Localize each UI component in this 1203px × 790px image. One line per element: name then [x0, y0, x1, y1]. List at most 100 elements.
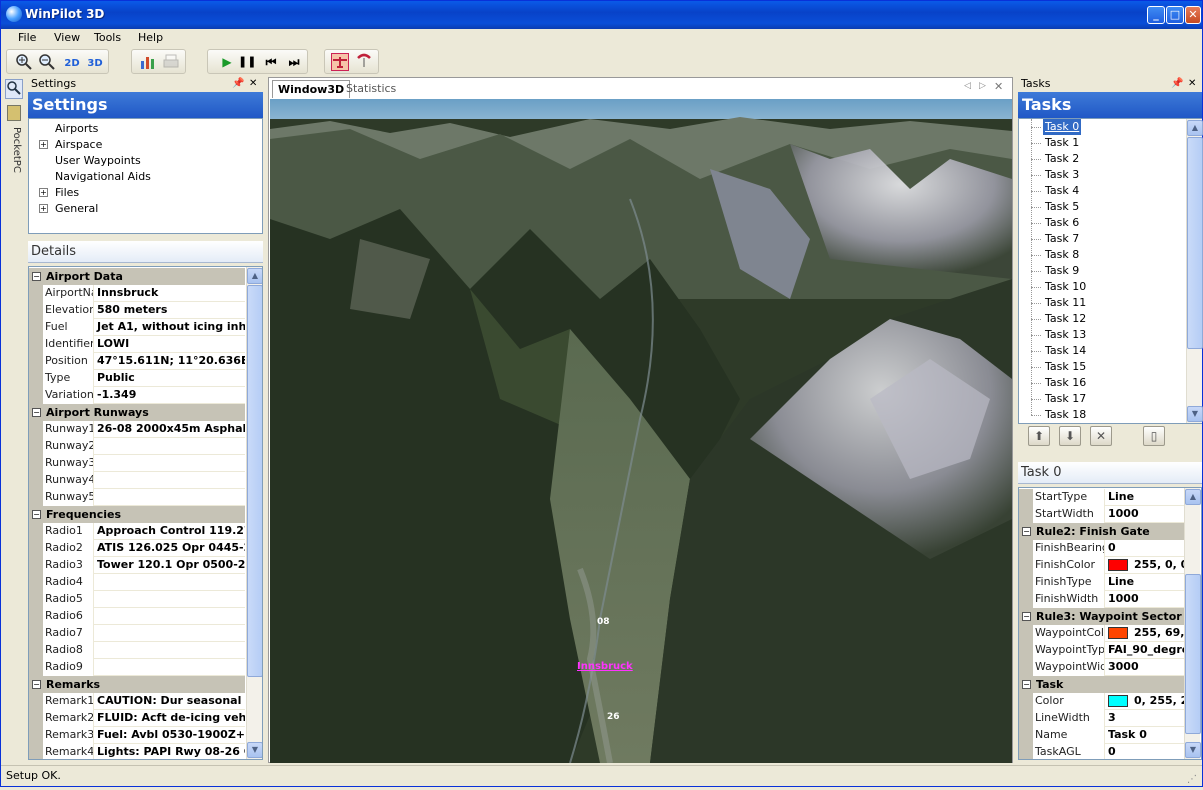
- statistics-chart-icon[interactable]: [139, 53, 157, 71]
- panel-close-icon[interactable]: ✕: [249, 76, 257, 91]
- task-item[interactable]: Task 9: [1043, 263, 1081, 279]
- collapse-icon[interactable]: −: [1022, 527, 1031, 536]
- task-item[interactable]: Task 2: [1043, 151, 1081, 167]
- task-item[interactable]: Task 14: [1043, 343, 1088, 359]
- tab-scroll-right-icon[interactable]: ▷: [979, 81, 986, 91]
- move-down-icon[interactable]: ⬇: [1059, 426, 1081, 446]
- property-row[interactable]: Runway5: [29, 489, 245, 506]
- collapse-icon[interactable]: −: [32, 510, 41, 519]
- task-property-row[interactable]: WaypointTypeFAI_90_degree: [1019, 642, 1184, 659]
- property-value[interactable]: [94, 642, 245, 659]
- task-item[interactable]: Task 7: [1043, 231, 1081, 247]
- pocketpc-device-icon[interactable]: [7, 105, 21, 121]
- task-property-row[interactable]: WaypointWidth3000: [1019, 659, 1184, 676]
- property-value[interactable]: [94, 591, 245, 608]
- play-icon[interactable]: ▶: [218, 53, 236, 71]
- property-row[interactable]: Radio9: [29, 659, 245, 676]
- paraglider-icon[interactable]: [355, 53, 373, 71]
- property-row[interactable]: Remark1CAUTION: Dur seasonal mtn: [29, 693, 245, 710]
- task-item[interactable]: Task 18: [1043, 407, 1088, 423]
- terrain-3d-view[interactable]: 08 Innsbruck 26: [270, 99, 1012, 763]
- task-item[interactable]: Task 12: [1043, 311, 1088, 327]
- property-value[interactable]: 0: [1105, 744, 1184, 759]
- task-item[interactable]: Task 13: [1043, 327, 1088, 343]
- device-icon[interactable]: ▯: [1143, 426, 1165, 446]
- scroll-up-button[interactable]: ▲: [247, 268, 262, 284]
- details-category[interactable]: − Frequencies: [29, 506, 245, 523]
- property-row[interactable]: Radio5: [29, 591, 245, 608]
- details-scrollbar[interactable]: ▲ ▼: [246, 267, 262, 759]
- task-item[interactable]: Task 5: [1043, 199, 1081, 215]
- resize-grip-icon[interactable]: ⋰: [1187, 770, 1197, 790]
- scroll-thumb[interactable]: [1187, 137, 1203, 349]
- scroll-up-button[interactable]: ▲: [1185, 489, 1201, 505]
- minimize-button[interactable]: _: [1147, 6, 1165, 24]
- expand-icon[interactable]: +: [39, 188, 48, 197]
- settings-item[interactable]: + General: [39, 201, 254, 217]
- property-value[interactable]: [94, 625, 245, 642]
- property-value[interactable]: LOWI: [94, 336, 245, 353]
- property-value[interactable]: Jet A1, without icing inhibitor: [94, 319, 245, 336]
- task-item[interactable]: Task 3: [1043, 167, 1081, 183]
- property-value[interactable]: [94, 455, 245, 472]
- property-value[interactable]: FAI_90_degree: [1105, 642, 1184, 659]
- task-property-row[interactable]: LineWidth 3: [1019, 710, 1184, 727]
- delete-icon[interactable]: ✕: [1090, 426, 1112, 446]
- maximize-button[interactable]: □: [1166, 6, 1184, 24]
- property-value[interactable]: [94, 489, 245, 506]
- scroll-thumb[interactable]: [1185, 574, 1201, 734]
- task-item[interactable]: Task 4: [1043, 183, 1081, 199]
- property-row[interactable]: Radio7: [29, 625, 245, 642]
- settings-item[interactable]: User Waypoints: [39, 153, 254, 169]
- property-value[interactable]: 1000: [1105, 506, 1184, 523]
- property-row[interactable]: Radio8: [29, 642, 245, 659]
- task-props-scrollbar[interactable]: ▲ ▼: [1184, 488, 1201, 759]
- property-row[interactable]: Position 47°15.611N; 11°20.636E: [29, 353, 245, 370]
- task-property-row[interactable]: StartWidth 1000: [1019, 506, 1184, 523]
- task-item[interactable]: Task 10: [1043, 279, 1088, 295]
- details-category[interactable]: − Airport Data: [29, 268, 245, 285]
- zoom-out-icon[interactable]: [38, 53, 56, 71]
- side-tab-pocketpc[interactable]: PocketPC: [6, 127, 22, 187]
- property-value[interactable]: Approach Control 119.275: [94, 523, 245, 540]
- property-value[interactable]: 3: [1105, 710, 1184, 727]
- pin-icon[interactable]: 📌: [232, 76, 244, 91]
- property-value[interactable]: -1.349: [94, 387, 245, 404]
- view-2d-button[interactable]: 2D: [63, 53, 81, 71]
- property-row[interactable]: Runway4: [29, 472, 245, 489]
- scroll-thumb[interactable]: [247, 285, 262, 677]
- property-value[interactable]: Fuel: Avbl 0530-1900Z++.: [94, 727, 245, 744]
- glider-icon[interactable]: [331, 53, 349, 71]
- tab-statistics[interactable]: Statistics: [341, 80, 401, 98]
- task-item[interactable]: Task 11: [1043, 295, 1088, 311]
- settings-item[interactable]: Navigational Aids: [39, 169, 254, 185]
- pause-icon[interactable]: ❚❚: [238, 53, 256, 71]
- settings-item[interactable]: + Airspace: [39, 137, 254, 153]
- scroll-down-button[interactable]: ▼: [1185, 742, 1201, 758]
- property-value[interactable]: 1000: [1105, 591, 1184, 608]
- task-property-row[interactable]: StartType Line: [1019, 489, 1184, 506]
- collapse-icon[interactable]: −: [1022, 612, 1031, 621]
- close-button[interactable]: ✕: [1185, 6, 1201, 24]
- property-row[interactable]: Variation -1.349: [29, 387, 245, 404]
- property-row[interactable]: Remark2FLUID: Acft de-icing vehicle: [29, 710, 245, 727]
- property-row[interactable]: Radio3Tower 120.1 Opr 0500-2200: [29, 557, 245, 574]
- collapse-icon[interactable]: −: [32, 680, 41, 689]
- task-list-scrollbar[interactable]: ▲ ▼: [1186, 119, 1203, 423]
- property-value[interactable]: Line: [1105, 489, 1184, 506]
- property-value[interactable]: 580 meters: [94, 302, 245, 319]
- task-item[interactable]: Task 8: [1043, 247, 1081, 263]
- panel-close-icon[interactable]: ✕: [1188, 76, 1196, 91]
- property-row[interactable]: Radio1 Approach Control 119.275: [29, 523, 245, 540]
- property-value[interactable]: [94, 608, 245, 625]
- menu-file[interactable]: File: [18, 31, 36, 44]
- task-property-row[interactable]: Name Task 0: [1019, 727, 1184, 744]
- property-value[interactable]: Task 0: [1105, 727, 1184, 744]
- property-value[interactable]: Innsbruck: [94, 285, 245, 302]
- property-value[interactable]: [94, 438, 245, 455]
- task-item[interactable]: Task 0: [1043, 119, 1082, 135]
- collapse-icon[interactable]: −: [1022, 680, 1031, 689]
- task-property-row[interactable]: WaypointColor 255, 69, 0: [1019, 625, 1184, 642]
- task-item[interactable]: Task 6: [1043, 215, 1081, 231]
- property-value[interactable]: Public: [94, 370, 245, 387]
